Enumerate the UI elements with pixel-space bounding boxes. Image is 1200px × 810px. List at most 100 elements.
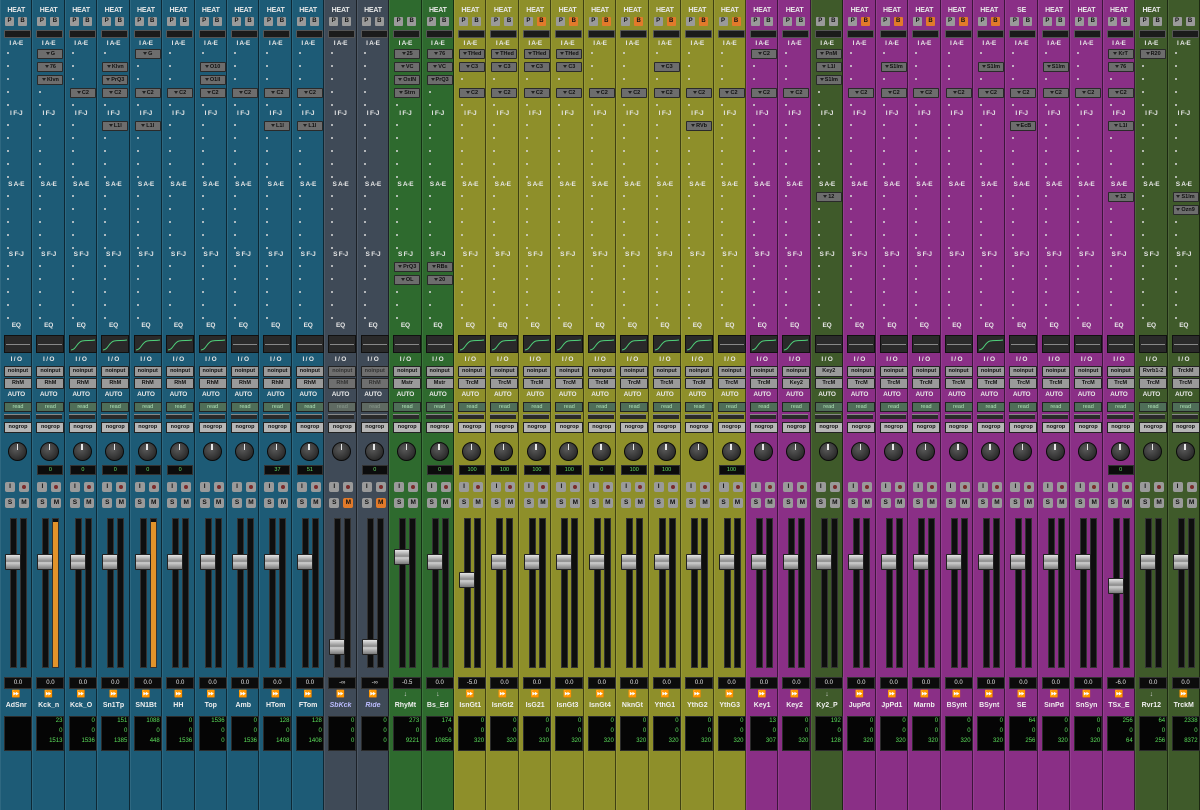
input-selector[interactable]: noinput (555, 366, 584, 377)
empty-insert-dot[interactable] (234, 176, 237, 178)
empty-insert-dot[interactable] (493, 78, 496, 80)
empty-insert-dot[interactable] (39, 176, 42, 178)
empty-send-dot[interactable] (1142, 221, 1145, 223)
empty-insert-dot[interactable] (882, 137, 885, 139)
pan-knob[interactable] (170, 442, 190, 461)
empty-insert-dot[interactable] (590, 65, 593, 67)
empty-send-dot[interactable] (915, 278, 918, 280)
empty-insert-dot[interactable] (752, 78, 755, 80)
empty-insert-dot[interactable] (720, 137, 723, 139)
solo-button[interactable]: S (426, 498, 437, 508)
heat-bypass-button[interactable]: B (796, 17, 806, 26)
eq-graph[interactable] (1171, 335, 1200, 353)
empty-send-dot[interactable] (298, 278, 301, 280)
eq-graph[interactable] (458, 335, 487, 353)
empty-insert-dot[interactable] (688, 65, 691, 67)
plugin-bypass-button[interactable]: P (102, 17, 112, 26)
eq-graph[interactable] (490, 335, 519, 353)
output-selector[interactable]: TrcM (522, 378, 551, 389)
empty-insert-dot[interactable] (71, 52, 74, 54)
empty-send-dot[interactable] (623, 291, 626, 293)
empty-send-dot[interactable] (461, 317, 464, 319)
empty-send-dot[interactable] (39, 208, 42, 210)
empty-insert-dot[interactable] (525, 150, 528, 152)
empty-send-dot[interactable] (1077, 265, 1080, 267)
input-monitor-button[interactable]: I (1075, 482, 1086, 492)
empty-insert-dot[interactable] (201, 124, 204, 126)
track-name[interactable]: YthG2 (682, 702, 712, 709)
empty-insert-dot[interactable] (1044, 52, 1047, 54)
empty-send-dot[interactable] (234, 265, 237, 267)
automation-mode-selector[interactable]: read (295, 402, 324, 412)
pan-knob[interactable] (689, 442, 709, 461)
group-selector[interactable]: nogrop (458, 422, 487, 433)
automation-mode-selector[interactable]: read (1041, 402, 1070, 412)
empty-send-dot[interactable] (915, 265, 918, 267)
pan-knob[interactable] (559, 442, 579, 461)
group-selector[interactable]: nogrop (912, 422, 941, 433)
plugin-bypass-button[interactable]: P (945, 17, 955, 26)
empty-insert-dot[interactable] (396, 104, 399, 106)
empty-send-dot[interactable] (947, 291, 950, 293)
mute-button[interactable]: M (1089, 498, 1100, 508)
mute-button[interactable]: M (959, 498, 970, 508)
empty-send-dot[interactable] (7, 265, 9, 267)
input-selector[interactable]: noinput (620, 366, 649, 377)
pan-knob[interactable] (721, 442, 741, 461)
pan-knob[interactable] (429, 442, 449, 461)
track-name[interactable]: Rvr12 (1136, 702, 1166, 709)
empty-insert-dot[interactable] (785, 52, 788, 54)
insert-slot[interactable]: 76 (37, 62, 64, 72)
record-button[interactable] (246, 482, 257, 492)
group-selector[interactable]: nogrop (360, 422, 389, 433)
solo-button[interactable]: S (394, 498, 405, 508)
pan-knob[interactable] (40, 442, 60, 461)
input-selector[interactable]: noinput (68, 366, 97, 377)
track-name[interactable]: NknGt (617, 702, 647, 709)
record-button[interactable] (667, 482, 678, 492)
fader-cap[interactable] (361, 638, 378, 655)
record-button[interactable] (1154, 482, 1165, 492)
plugin-bypass-button[interactable]: P (296, 17, 306, 26)
empty-send-dot[interactable] (169, 195, 172, 197)
eq-graph[interactable] (101, 335, 130, 353)
empty-send-dot[interactable] (1174, 234, 1177, 236)
group-selector[interactable]: nogrop (231, 422, 260, 433)
empty-send-dot[interactable] (1109, 265, 1112, 267)
input-selector[interactable]: noinput (1041, 366, 1070, 377)
group-selector[interactable]: nogrop (1041, 422, 1070, 433)
automation-mode-selector[interactable]: read (263, 402, 292, 412)
empty-send-dot[interactable] (201, 208, 204, 210)
empty-insert-dot[interactable] (39, 163, 42, 165)
empty-insert-dot[interactable] (817, 163, 820, 165)
empty-insert-dot[interactable] (234, 52, 237, 54)
empty-insert-dot[interactable] (136, 104, 139, 106)
empty-insert-dot[interactable] (623, 104, 626, 106)
empty-send-dot[interactable] (169, 234, 172, 236)
empty-insert-dot[interactable] (623, 52, 626, 54)
empty-send-dot[interactable] (525, 221, 528, 223)
plugin-bypass-button[interactable]: P (621, 17, 631, 26)
empty-send-dot[interactable] (39, 291, 42, 293)
empty-send-dot[interactable] (7, 291, 9, 293)
fader-cap[interactable] (1140, 554, 1157, 571)
empty-insert-dot[interactable] (298, 104, 301, 106)
empty-send-dot[interactable] (688, 247, 691, 249)
empty-insert-dot[interactable] (234, 137, 237, 139)
empty-send-dot[interactable] (136, 304, 139, 306)
input-monitor-button[interactable]: I (1010, 482, 1021, 492)
solo-button[interactable]: S (232, 498, 243, 508)
empty-insert-dot[interactable] (104, 176, 107, 178)
send-slot[interactable]: S1lm (1172, 192, 1199, 202)
empty-send-dot[interactable] (71, 247, 74, 249)
empty-send-dot[interactable] (1077, 291, 1080, 293)
empty-send-dot[interactable] (331, 317, 334, 319)
input-selector[interactable]: noinput (522, 366, 551, 377)
insert-slot[interactable]: THed (556, 49, 583, 59)
empty-send-dot[interactable] (525, 234, 528, 236)
empty-send-dot[interactable] (623, 234, 626, 236)
empty-insert-dot[interactable] (331, 91, 334, 93)
insert-slot[interactable]: G (134, 49, 161, 59)
empty-send-dot[interactable] (979, 221, 982, 223)
empty-insert-dot[interactable] (882, 78, 885, 80)
